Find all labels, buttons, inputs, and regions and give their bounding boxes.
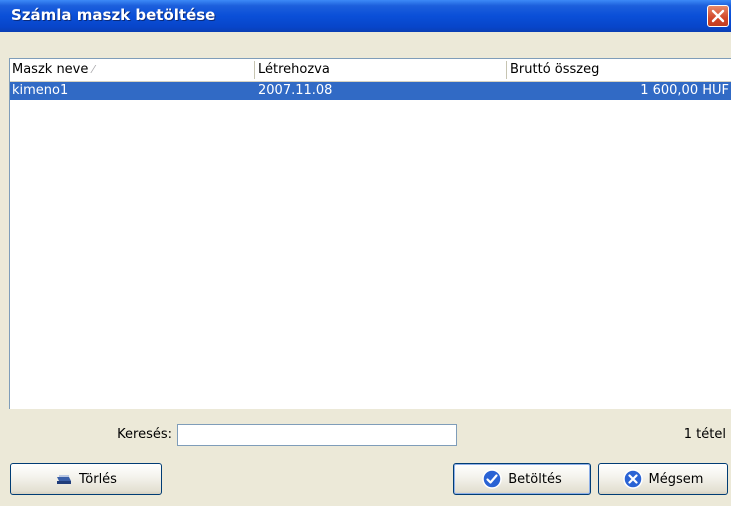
row-mask-name: kimeno1 xyxy=(12,83,69,98)
row-created-date: 2007.11.08 xyxy=(258,83,333,98)
x-circle-icon xyxy=(622,469,643,489)
column-header-gross-amount[interactable]: Bruttó összeg xyxy=(510,59,731,81)
check-circle-icon xyxy=(482,469,503,489)
mask-list[interactable]: Maszk neve ⁄ Létrehozva Bruttó összeg kim… xyxy=(9,58,731,409)
search-input[interactable] xyxy=(177,424,457,446)
column-header-label: Maszk neve xyxy=(12,62,89,77)
list-header: Maszk neve ⁄ Létrehozva Bruttó összeg xyxy=(10,59,731,82)
cancel-button[interactable]: Mégsem xyxy=(598,463,728,495)
cancel-button-label: Mégsem xyxy=(648,471,704,487)
item-count: 1 tétel xyxy=(683,427,726,442)
table-row[interactable]: kimeno1 2007.11.08 1 600,00 HUF xyxy=(10,82,731,100)
column-divider[interactable] xyxy=(254,61,255,79)
title-bar[interactable]: Számla maszk betöltése xyxy=(0,0,731,32)
load-button-label: Betöltés xyxy=(508,471,562,487)
column-header-label: Létrehozva xyxy=(258,62,330,77)
column-divider[interactable] xyxy=(506,61,507,79)
eraser-icon xyxy=(55,473,73,485)
dialog-window: Számla maszk betöltése Maszk neve ⁄ Létre… xyxy=(0,0,731,506)
load-button[interactable]: Betöltés xyxy=(453,463,591,495)
column-header-label: Bruttó összeg xyxy=(510,62,600,77)
sort-ascending-icon: ⁄ xyxy=(92,63,95,76)
close-button[interactable] xyxy=(707,5,729,27)
close-icon xyxy=(711,9,725,23)
column-header-mask-name[interactable]: Maszk neve ⁄ xyxy=(12,59,252,81)
delete-button[interactable]: Törlés xyxy=(10,463,162,495)
row-gross-amount: 1 600,00 HUF xyxy=(640,83,729,98)
column-header-created[interactable]: Létrehozva xyxy=(258,59,504,81)
delete-button-label: Törlés xyxy=(79,471,117,487)
window-title: Számla maszk betöltése xyxy=(11,6,216,24)
search-label: Keresés: xyxy=(117,427,172,442)
